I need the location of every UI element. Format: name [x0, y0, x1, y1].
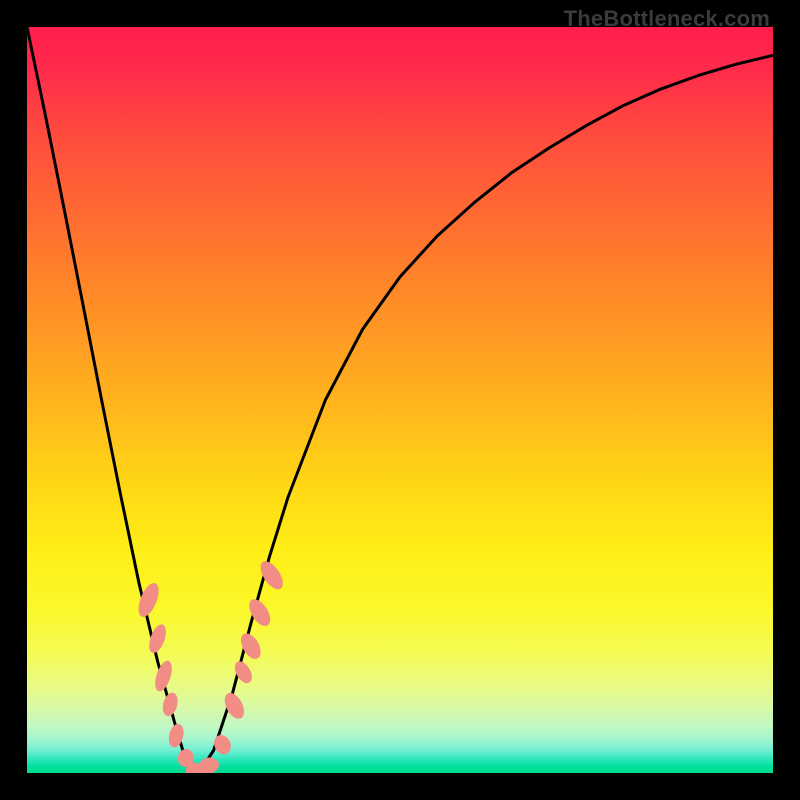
bottleneck-curve	[27, 27, 773, 773]
curve-marker	[211, 732, 234, 757]
curve-marker	[160, 691, 180, 718]
bottleneck-curve-path	[27, 27, 773, 773]
chart-frame: TheBottleneck.com	[0, 0, 800, 800]
curve-layer	[27, 27, 773, 773]
plot-area	[27, 27, 773, 773]
curve-marker	[198, 756, 220, 773]
curve-marker	[167, 722, 186, 749]
curve-marker	[152, 659, 175, 694]
